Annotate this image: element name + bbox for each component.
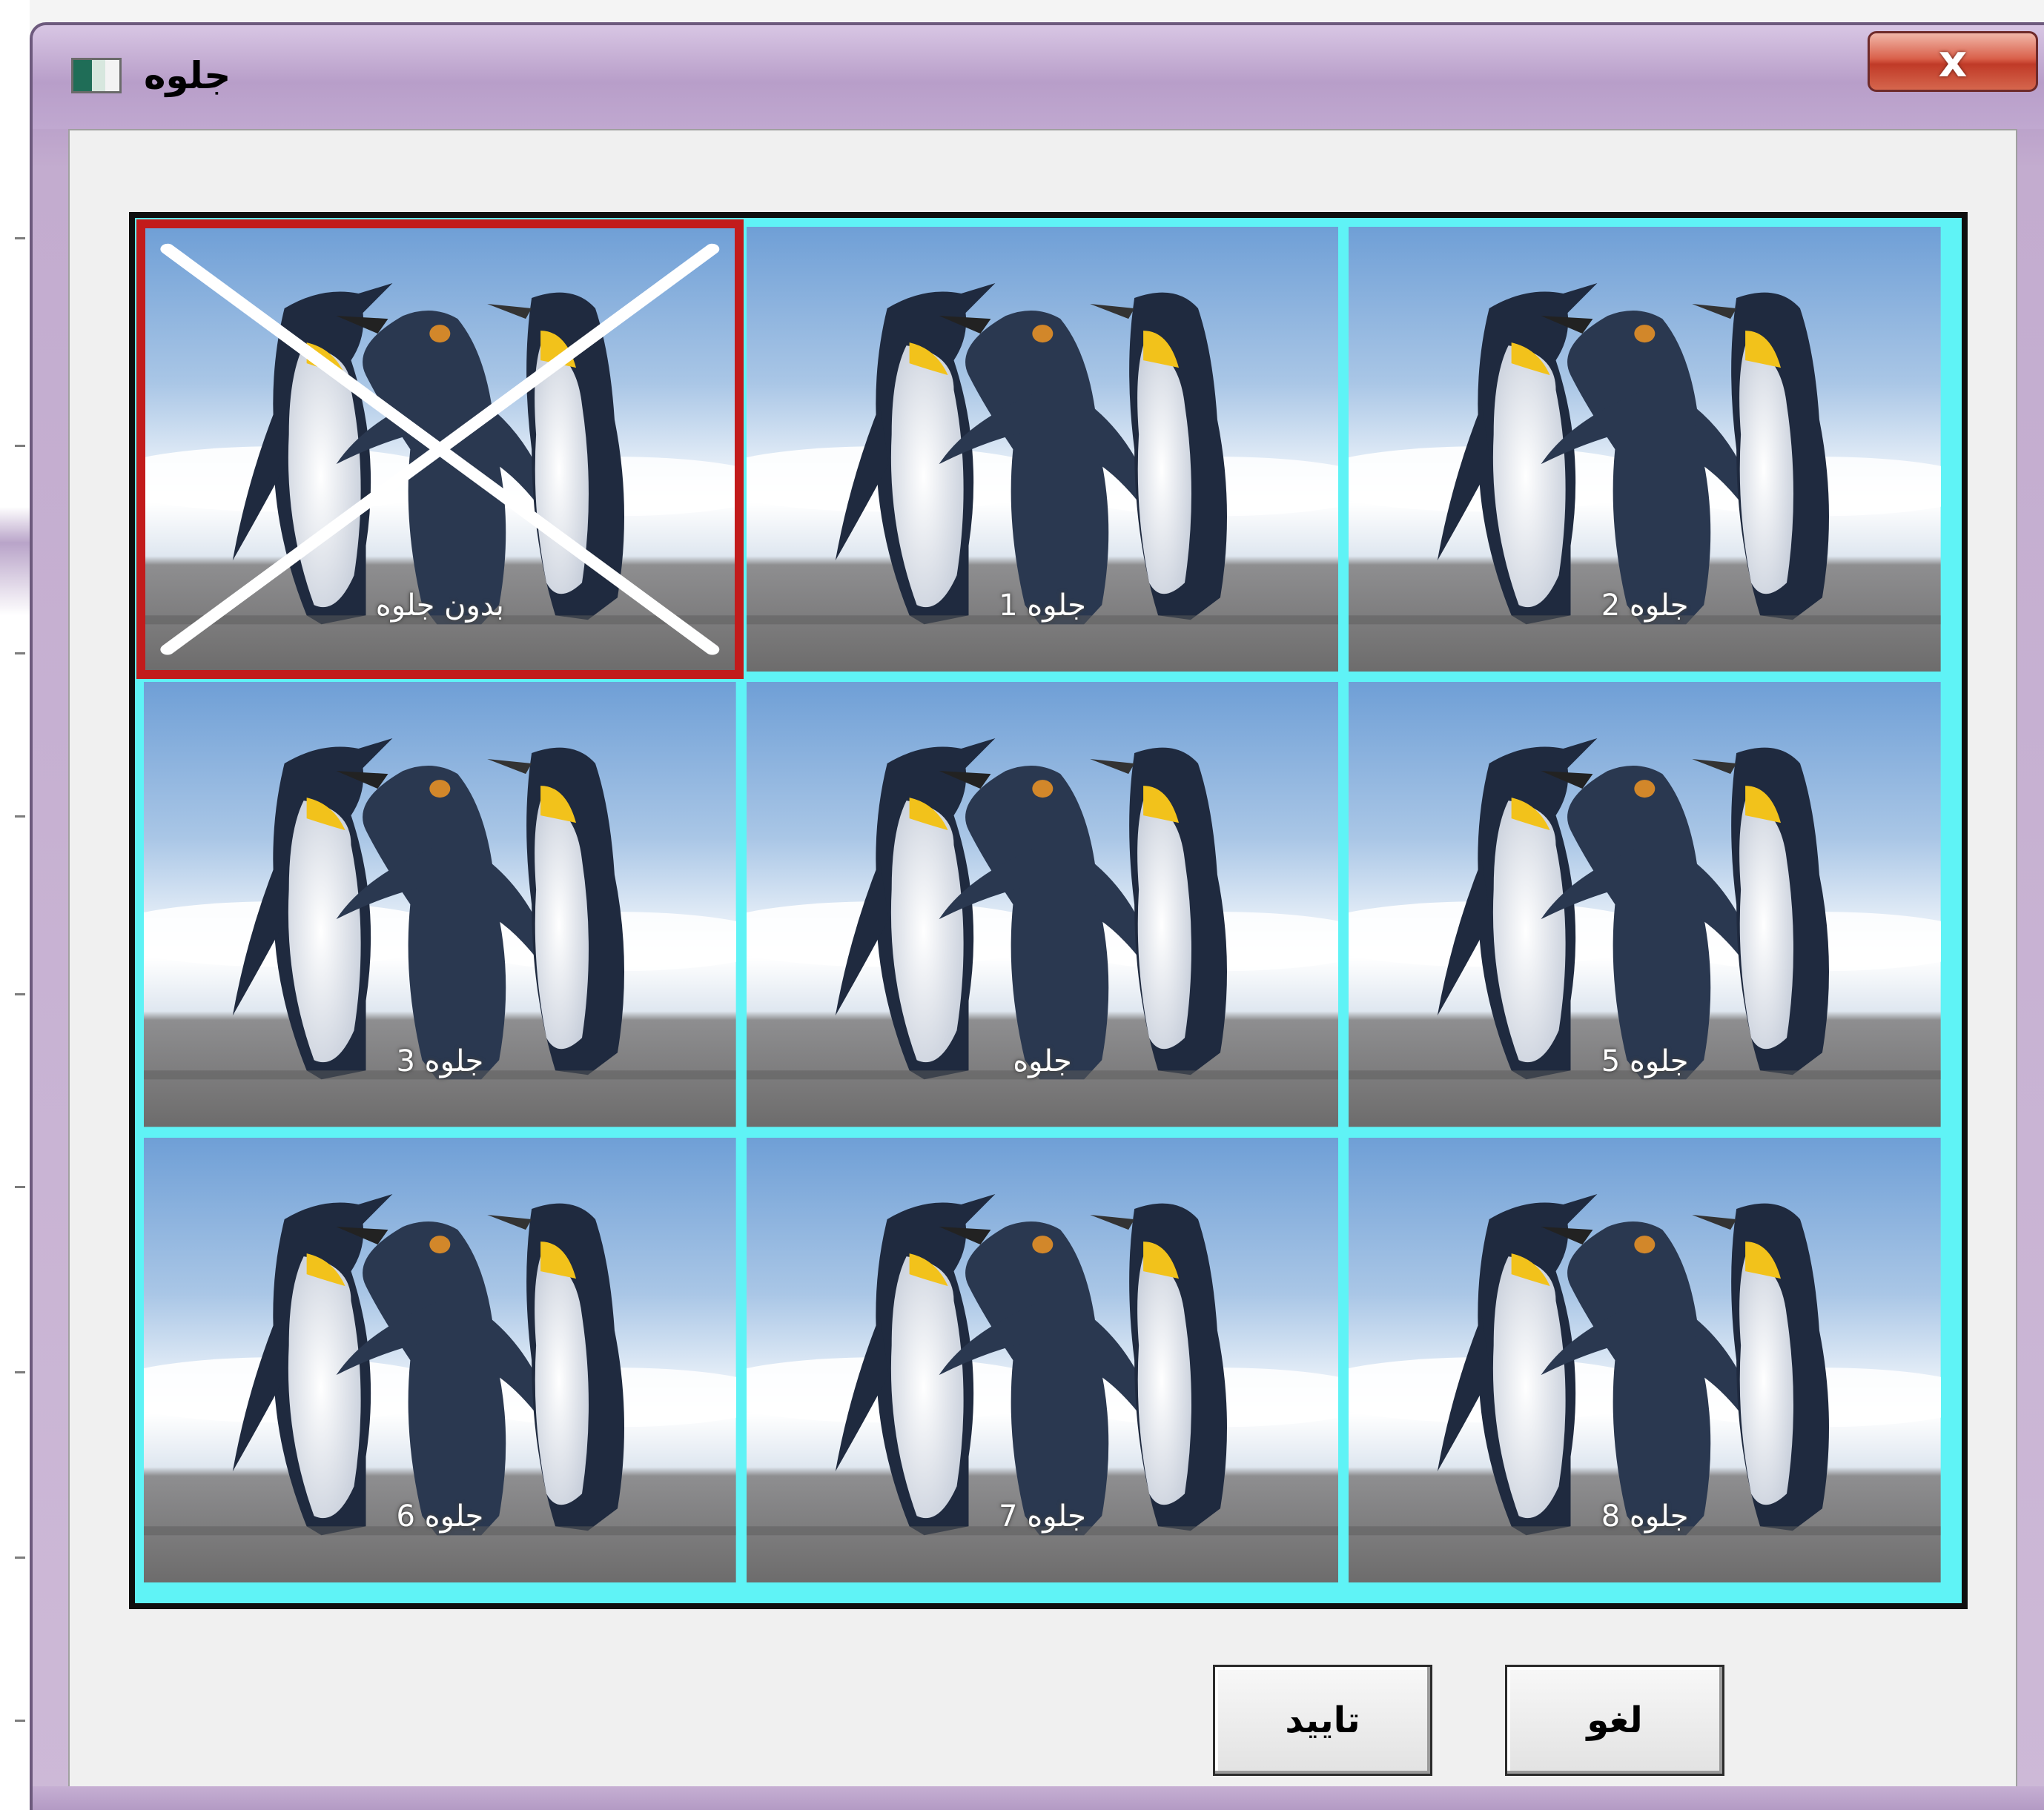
effect-tile-label: جلوه 7	[999, 1499, 1086, 1534]
close-button[interactable]: x	[1868, 31, 2038, 92]
effect-tile-label: جلوه 5	[1601, 1044, 1689, 1078]
ok-button[interactable]: تایید	[1213, 1665, 1432, 1776]
effect-tile-4[interactable]: جلوه	[746, 682, 1339, 1127]
dialog-client-area: بدون جلوه جلوه 1 جلوه 2 جلوه 3 جلوه جلوه…	[68, 129, 2017, 1789]
effect-tile-8[interactable]: جلوه 8	[1349, 1137, 1941, 1582]
effect-tile-label: جلوه 2	[1601, 589, 1689, 623]
effect-tile-label: جلوه 3	[396, 1044, 484, 1078]
window-bottom-border	[33, 1786, 2044, 1810]
effect-tile-0[interactable]: بدون جلوه	[136, 219, 744, 680]
effect-tile-label: جلوه	[1013, 1044, 1072, 1078]
effect-tile-3[interactable]: جلوه 3	[144, 682, 736, 1127]
effect-tile-7[interactable]: جلوه 7	[746, 1137, 1339, 1582]
effect-tile-5[interactable]: جلوه 5	[1349, 682, 1941, 1127]
effect-tile-label: بدون جلوه	[375, 589, 504, 623]
effects-dialog: جلوه x بدون جلوه جلوه 1 جلوه 2 جلوه 3 جل…	[30, 22, 2044, 1810]
background-desktop	[0, 0, 30, 1810]
cancel-button[interactable]: لغو	[1505, 1665, 1724, 1776]
title-bar[interactable]: جلوه x	[33, 25, 2044, 129]
effect-tile-label: جلوه 8	[1601, 1499, 1689, 1534]
window-title: جلوه	[144, 54, 231, 97]
effect-tile-1[interactable]: جلوه 1	[746, 227, 1339, 672]
app-icon	[71, 58, 122, 93]
effect-tile-label: جلوه 6	[396, 1499, 484, 1534]
effects-grid-frame: بدون جلوه جلوه 1 جلوه 2 جلوه 3 جلوه جلوه…	[129, 212, 1968, 1609]
effects-grid: بدون جلوه جلوه 1 جلوه 2 جلوه 3 جلوه جلوه…	[135, 218, 1962, 1603]
effect-tile-label: جلوه 1	[999, 589, 1086, 623]
close-icon: x	[1938, 36, 1968, 87]
effect-tile-2[interactable]: جلوه 2	[1349, 227, 1941, 672]
effect-tile-6[interactable]: جلوه 6	[144, 1137, 736, 1582]
